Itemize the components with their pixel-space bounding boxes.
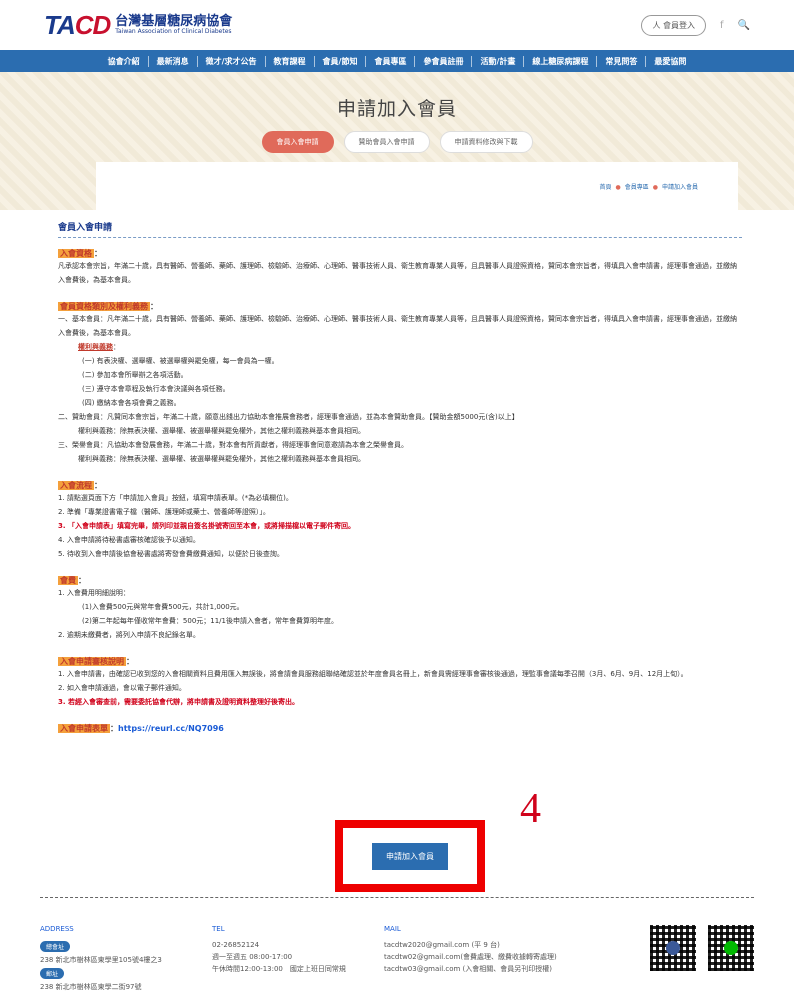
fees-heading: 會費 [58,576,78,585]
section-title: 會員入會申請 [58,220,742,238]
member-login-button[interactable]: 人 會員登入 [641,14,707,36]
nav-item[interactable]: 會員/節知 [315,55,367,67]
review-heading: 入會申請審核說明 [58,657,126,666]
fee-line: 2. 逾期未繳費者，將列入申請不良紀錄名單。 [58,631,200,639]
tab-member-apply[interactable]: 會員入會申請 [261,131,334,153]
process-step: 2. 準備「專業證書電子檔（醫師、護理師或藥士、營養師等證照）」。 [58,508,270,516]
main-nav: 協會介紹 最新消息 徵才/求才公告 教育課程 會員/節知 會員專區 參會員註冊 活動/計畫 線上… [0,50,794,72]
step-annotation-number: 4 [520,786,541,832]
search-icon[interactable]: 🔍 [738,20,750,31]
eligibility-heading: 入會資格 [58,249,94,258]
tel-line: 02-26852124 [212,941,260,949]
footer-tel: TEL 02-26852124 週一至週五 08:00-17:00 午休時間12… [212,925,384,993]
footer-divider [40,897,754,898]
block-fees: 會費： 1. 入會費用明細說明： (1)入會費500元與常年會費500元，共計1… [58,575,742,642]
logo-name-en: Taiwan Association of Clinical Diabetes [115,27,232,35]
facebook-icon[interactable]: f [720,20,724,31]
address-badge-mail: 郵址 [40,968,65,979]
nav-item[interactable]: 教育課程 [266,55,315,67]
review-line: 2. 如入會申請通過，會以電子郵件通知。 [58,684,186,692]
review-line-highlight: 3. 若經入會審查前，需要委託協會代辦，將申請書及證明資料整理好後寄出。 [58,698,299,706]
nav-item[interactable]: 線上糖尿病課程 [524,55,598,67]
breadcrumb: 首頁 ● 會員專區 ● 申請加入會員 [599,183,698,191]
mail-line: tacdtw2020@gmail.com (平 9 台) [384,941,500,949]
process-heading: 入會流程 [58,481,94,490]
right-item: (二) 參加本會所舉辦之各項活動。 [82,371,188,379]
form-label: 入會申請表單 [58,724,110,733]
breadcrumb-member-area[interactable]: 會員專區 [625,184,649,191]
tab-data-download[interactable]: 申請資料修改與下載 [439,131,533,153]
page-hero: 申請加入會員 會員入會申請 贊助會員入會申請 申請資料修改與下載 首頁 ● 會員專區… [0,72,794,210]
right-item: (三) 遵守本會章程及執行本會決議與各項任務。 [82,385,230,393]
tel-line: 午休時間12:00-13:00 國定上班日同常規 [212,965,346,973]
footer-address: ADDRESS 總會址 238 新北市樹林區東學里105號4樓之3 郵址 238… [40,925,212,993]
site-header: TACD 台灣基層糖尿病協會 Taiwan Association of Cli… [0,0,794,50]
block-member-types: 會員資格類別及權利義務： 一、基本會員：凡年滿二十歲，具有醫師、營養師、藥師、護… [58,301,742,466]
facebook-qr-code[interactable] [650,925,696,971]
nav-item[interactable]: 協會介紹 [100,55,149,67]
sponsor-rights: 權利與義務：除無表決權、選舉權、被選舉權與罷免權外，其他之權利義務與基本會員相同… [78,427,365,435]
nav-item[interactable]: 參會員註冊 [415,55,473,67]
fee-line: 1. 入會費用明細說明： [58,589,130,597]
apply-member-button[interactable]: 申請加入會員 [372,842,448,870]
process-step-highlight: 3. 「入會申請表」填寫完畢，請列印並親自簽名掛號寄回至本會，或將掃描檔以電子郵… [58,522,355,530]
nav-item[interactable]: 最新消息 [149,55,198,67]
eligibility-text: 凡承認本會宗旨，年滿二十歲，具有醫師、營養師、藥師、護理師、檢驗師、治療師、心理… [58,262,737,284]
breadcrumb-panel: 首頁 ● 會員專區 ● 申請加入會員 [96,162,738,210]
nav-item[interactable]: 徵才/求才公告 [198,55,266,67]
member-types-heading: 會員資格類別及權利義務 [58,302,150,311]
block-process: 入會流程： 1. 請點選頁面下方「申請加入會員」按鈕，填寫申請表單。(*為必填欄… [58,480,742,561]
fee-line: (2)第二年起每年僅收常年會費：500元；11/1後申請入會者，常年會費算明年度… [82,617,338,625]
block-form-link: 入會申請表單 ：https://reurl.cc/NQ7096 [58,724,224,733]
process-step: 4. 入會申請將待秘書處審核確認後予以通知。 [58,536,200,544]
page-title: 申請加入會員 [336,98,457,120]
basic-member-text: 一、基本會員：凡年滿二十歲，具有醫師、營養師、藥師、護理師、檢驗師、治療師、心理… [58,315,737,337]
footer-mail: MAIL tacdtw2020@gmail.com (平 9 台) tacdtw… [384,925,614,993]
sponsor-member-text: 二、贊助會員：凡贊同本會宗旨，年滿二十歲，願意出錢出力協助本會推展會務者，經理事… [58,413,519,421]
mail-line: tacdtw02@gmail.com(會費處理、繳費收據轉寄處理) [384,953,557,961]
nav-item[interactable]: 最愛協問 [646,56,694,67]
review-line: 1. 入會申請書，由確認已收到您的入會相關資料且費用匯入無誤後，將會請會員服務組… [58,670,688,678]
site-logo[interactable]: TACD 台灣基層糖尿病協會 Taiwan Association of Cli… [44,10,232,41]
highlight-box: 申請加入會員 [335,820,485,892]
honorary-rights: 權利與義務：除無表決權、選舉權、被選舉權與罷免權外，其他之權利義務與基本會員相同… [78,455,365,463]
nav-item[interactable]: 常見問答 [597,55,647,67]
tel-line: 週一至週五 08:00-17:00 [212,953,293,961]
address-line: 238 新北市樹林區東學里105號4樓之3 [40,956,162,964]
qr-codes [650,925,754,993]
right-item: (一) 有表決權、選舉權、被選舉權與罷免權，每一會員為一權。 [82,357,279,365]
fee-line: (1)入會費500元與常年會費500元，共計1,000元。 [82,603,244,611]
logo-name-zh: 台灣基層糖尿病協會 [115,13,233,29]
address-badge-main: 總會址 [40,941,71,952]
line-qr-code[interactable] [708,925,754,971]
block-eligibility: 入會資格： 凡承認本會宗旨，年滿二十歲，具有醫師、營養師、藥師、護理師、檢驗師、… [58,248,742,287]
rights-label: 權利與義務 [78,343,113,351]
tel-title: TEL [212,925,225,933]
breadcrumb-home[interactable]: 首頁 [599,184,611,191]
nav-item[interactable]: 會員專區 [366,55,416,67]
mail-title: MAIL [384,925,401,933]
hero-tabs: 會員入會申請 贊助會員入會申請 申請資料修改與下載 [0,131,794,153]
process-step: 5. 待收到入會申請後協會秘書處將寄發會費繳費通知，以便於日後查詢。 [58,550,284,558]
block-review: 入會申請審核說明： 1. 入會申請書，由確認已收到您的入會相關資料且費用匯入無誤… [58,656,742,709]
main-content: 會員入會申請 入會資格： 凡承認本會宗旨，年滿二十歲，具有醫師、營養師、藥師、護… [0,210,794,734]
breadcrumb-current: 申請加入會員 [661,183,698,191]
honorary-member-text: 三、榮譽會員：凡協助本會發展會務，年滿二十歲，對本會有所貢獻者，得經理事會同意邀… [58,441,408,449]
right-item: (四) 繳納本會各項會費之義務。 [82,399,181,407]
process-step: 1. 請點選頁面下方「申請加入會員」按鈕，填寫申請表單。(*為必填欄位)。 [58,494,293,502]
nav-item[interactable]: 活動/計畫 [472,55,525,67]
form-link[interactable]: https://reurl.cc/NQ7096 [118,724,224,733]
address-line: 238 新北市樹林區東學二街97號 [40,983,142,991]
logo-mark: TACD [44,9,111,40]
mail-line: tacdtw03@gmail.com (入會相關、會員另刊印授權) [384,965,553,973]
address-title: ADDRESS [40,925,74,933]
tab-sponsor-apply[interactable]: 贊助會員入會申請 [343,131,430,153]
site-footer: ADDRESS 總會址 238 新北市樹林區東學里105號4樓之3 郵址 238… [40,925,754,993]
